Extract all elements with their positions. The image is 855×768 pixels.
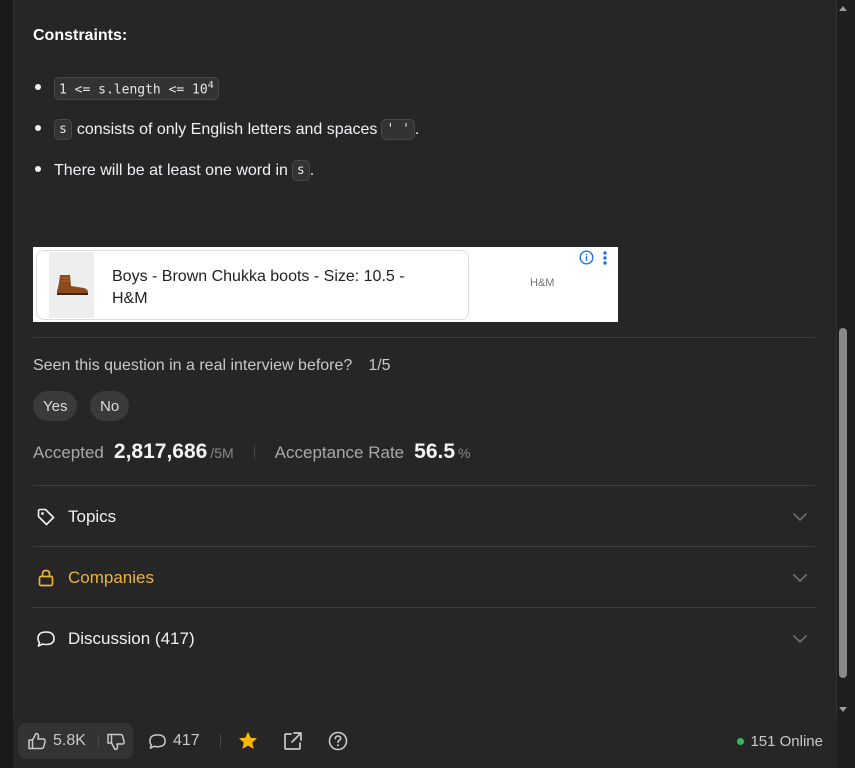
toolbar-separator bbox=[220, 734, 221, 748]
yes-button[interactable]: Yes bbox=[33, 391, 78, 421]
constraints-list: 1 <= s.length <= 104 s consists of only … bbox=[33, 68, 733, 191]
companies-accordion[interactable]: Companies bbox=[33, 548, 815, 608]
constraint-code-exponent: 4 bbox=[207, 79, 214, 91]
interview-question: Seen this question in a real interview b… bbox=[33, 357, 391, 375]
interview-ratio: 1/5 bbox=[368, 357, 391, 374]
constraint-code-space: ' ' bbox=[381, 119, 415, 140]
like-count: 5.8K bbox=[53, 732, 86, 749]
accepted-total: /5M bbox=[210, 445, 234, 461]
comment-icon bbox=[149, 733, 166, 749]
bottom-toolbar: 5.8K 417 151 Online bbox=[13, 716, 837, 768]
online-dot bbox=[737, 737, 745, 745]
scrollbar-thumb[interactable] bbox=[839, 328, 847, 678]
accepted-label: Accepted bbox=[33, 443, 104, 462]
constraint-code: 1 <= s.length <= 104 bbox=[54, 76, 219, 101]
ad-banner[interactable]: Boys - Brown Chukka boots - Size: 10.5 -… bbox=[33, 247, 618, 322]
thumbs-up-icon bbox=[28, 732, 46, 750]
scroll-down-arrow-icon[interactable] bbox=[838, 706, 848, 714]
help-icon[interactable] bbox=[327, 730, 349, 752]
divider bbox=[33, 546, 815, 547]
ad-brand[interactable]: H&M bbox=[530, 277, 554, 289]
online-count: 151 Online bbox=[750, 732, 823, 750]
ad-product-image[interactable] bbox=[49, 252, 94, 318]
constraint-code-text: 1 <= s.length <= 10 bbox=[59, 82, 208, 98]
constraint-text: There will be at least one word in bbox=[54, 161, 288, 179]
interview-question-text: Seen this question in a real interview b… bbox=[33, 357, 353, 374]
comments-button[interactable]: 417 bbox=[148, 723, 200, 759]
star-icon[interactable] bbox=[237, 730, 259, 752]
description-panel: Constraints: 1 <= s.length <= 104 s cons… bbox=[13, 0, 837, 768]
accepted-value: 2,817,686 bbox=[113, 440, 208, 463]
stats-separator bbox=[253, 445, 255, 459]
constraint-code-s: s bbox=[291, 160, 310, 181]
ad-title[interactable]: Boys - Brown Chukka boots - Size: 10.5 -… bbox=[112, 266, 442, 310]
no-button[interactable]: No bbox=[90, 391, 130, 421]
vote-separator bbox=[98, 734, 99, 748]
thumbs-down-icon[interactable] bbox=[106, 732, 126, 752]
chevron-down-icon bbox=[793, 574, 807, 582]
constraint-end: . bbox=[309, 161, 315, 179]
ad-card[interactable]: Boys - Brown Chukka boots - Size: 10.5 -… bbox=[36, 250, 469, 320]
vote-group: 5.8K bbox=[18, 723, 133, 759]
discussion-accordion[interactable]: Discussion (417) bbox=[33, 609, 815, 669]
like-button[interactable]: 5.8K bbox=[27, 723, 86, 759]
info-icon[interactable] bbox=[579, 250, 594, 265]
chevron-down-icon bbox=[793, 635, 807, 643]
discussion-label: Discussion (417) bbox=[68, 629, 195, 648]
boot-icon bbox=[56, 275, 88, 295]
constraints-heading: Constraints: bbox=[33, 27, 128, 44]
topics-accordion[interactable]: Topics bbox=[33, 487, 815, 547]
acceptance-rate-unit: % bbox=[458, 445, 471, 461]
topics-label: Topics bbox=[68, 507, 117, 526]
scroll-up-arrow-icon[interactable] bbox=[838, 4, 848, 12]
comment-count: 417 bbox=[173, 732, 200, 749]
comment-icon bbox=[35, 628, 57, 650]
lock-icon bbox=[35, 567, 57, 589]
constraint-item: s consists of only English letters and s… bbox=[33, 109, 733, 150]
divider bbox=[33, 485, 815, 486]
tag-icon bbox=[35, 506, 57, 528]
constraint-item: There will be at least one word in s . bbox=[33, 150, 733, 191]
divider bbox=[33, 607, 815, 608]
acceptance-stats: Accepted 2,817,686 /5M Acceptance Rate 5… bbox=[33, 440, 470, 464]
constraint-item: 1 <= s.length <= 104 bbox=[33, 68, 733, 109]
kebab-icon[interactable] bbox=[602, 250, 608, 266]
online-status: 151 Online bbox=[737, 723, 823, 759]
companies-label: Companies bbox=[68, 568, 154, 587]
acceptance-rate-label: Acceptance Rate bbox=[274, 443, 405, 462]
chevron-down-icon bbox=[793, 513, 807, 521]
constraint-code-s: s bbox=[54, 119, 72, 140]
acceptance-rate-value: 56.5 bbox=[414, 440, 456, 463]
constraint-end: . bbox=[414, 120, 420, 138]
constraint-text: consists of only English letters and spa… bbox=[76, 120, 378, 138]
divider bbox=[33, 337, 815, 338]
share-icon[interactable] bbox=[282, 730, 304, 752]
